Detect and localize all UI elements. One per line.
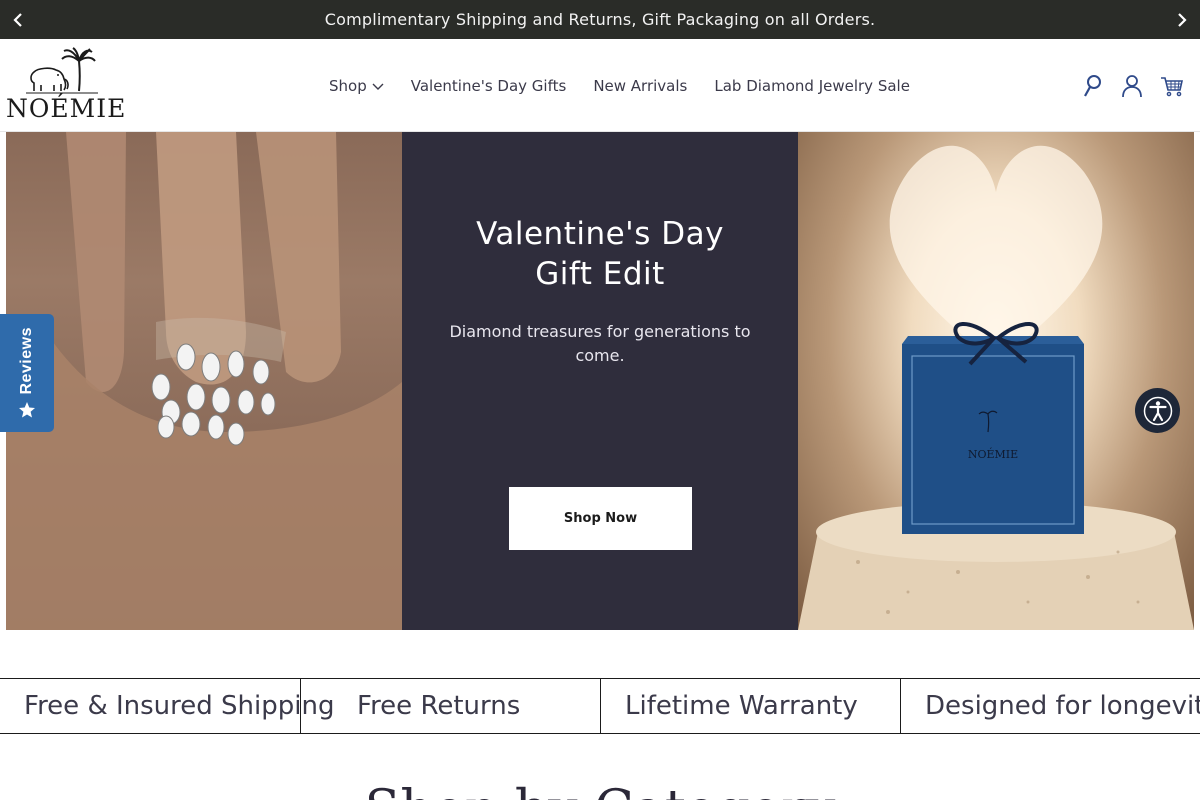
cart-button[interactable] bbox=[1160, 74, 1184, 98]
gift-box-logo-text: NOÉMIE bbox=[968, 447, 1018, 461]
section-heading: Shop by Category bbox=[0, 780, 1200, 800]
hero-image-gift-box: NOÉMIE bbox=[798, 132, 1194, 630]
marquee-divider bbox=[600, 679, 601, 733]
star-icon bbox=[19, 401, 35, 418]
nav-item-label: Shop bbox=[329, 76, 367, 95]
nav-item-new-arrivals[interactable]: New Arrivals bbox=[593, 39, 687, 132]
nav-item-label: Valentine's Day Gifts bbox=[410, 76, 567, 95]
hero-banner: Valentine's Day Gift Edit Diamond treasu… bbox=[6, 132, 1194, 630]
hero-image-ring-on-hand bbox=[6, 132, 402, 630]
elephant-palm-logo-icon bbox=[26, 47, 98, 94]
hero-subtitle: Diamond treasures for generations to com… bbox=[449, 322, 751, 365]
accessibility-button[interactable] bbox=[1135, 388, 1180, 433]
marquee-item-returns: Free Returns bbox=[357, 691, 521, 721]
search-icon bbox=[1084, 74, 1101, 97]
shop-now-button[interactable]: Shop Now bbox=[509, 487, 692, 550]
hero-title-line-1: Valentine's Day bbox=[476, 216, 724, 252]
marquee-item-shipping: Free & Insured Shipping bbox=[24, 691, 335, 721]
marquee-divider bbox=[300, 679, 301, 733]
marquee-item-warranty: Lifetime Warranty bbox=[625, 691, 858, 721]
main-nav: Shop Valentine's Day Gifts New Arrivals … bbox=[329, 39, 937, 132]
nav-item-valentines-day-gifts[interactable]: Valentine's Day Gifts bbox=[411, 39, 567, 132]
benefits-marquee: Free & Insured Shipping Free Returns Lif… bbox=[0, 678, 1200, 734]
nav-item-shop[interactable]: Shop bbox=[329, 39, 384, 132]
nav-item-label: New Arrivals bbox=[593, 76, 688, 95]
nav-item-lab-diamond-sale[interactable]: Lab Diamond Jewelry Sale bbox=[714, 39, 910, 132]
logo-wordmark: NOÉMIE bbox=[6, 94, 127, 123]
marquee-item-longevity: Designed for longevity bbox=[925, 691, 1200, 721]
gift-box-image: NOÉMIE bbox=[798, 145, 1194, 630]
reviews-tab-label: Reviews bbox=[18, 327, 35, 395]
chevron-left-icon bbox=[13, 12, 22, 27]
marquee-divider bbox=[900, 679, 901, 733]
header-icons bbox=[1080, 39, 1184, 132]
site-header: NOÉMIE Shop Valentine's Day Gifts New Ar… bbox=[0, 39, 1200, 132]
account-icon bbox=[1122, 74, 1142, 97]
hero-title: Valentine's Day Gift Edit bbox=[476, 214, 724, 294]
hand-with-diamond-ring-image bbox=[6, 132, 402, 630]
accessibility-icon bbox=[1143, 396, 1172, 425]
chevron-down-icon bbox=[372, 83, 384, 90]
announcement-prev-button[interactable] bbox=[0, 0, 36, 39]
chevron-right-icon bbox=[1178, 12, 1187, 27]
site-logo[interactable]: NOÉMIE bbox=[6, 47, 127, 123]
search-button[interactable] bbox=[1080, 74, 1104, 98]
hero-title-line-2: Gift Edit bbox=[535, 256, 665, 292]
cart-icon bbox=[1161, 76, 1183, 96]
reviews-tab[interactable]: Reviews bbox=[0, 314, 54, 432]
announcement-bar: Complimentary Shipping and Returns, Gift… bbox=[0, 0, 1200, 39]
account-button[interactable] bbox=[1120, 74, 1144, 98]
announcement-next-button[interactable] bbox=[1164, 0, 1200, 39]
announcement-text: Complimentary Shipping and Returns, Gift… bbox=[324, 10, 876, 29]
hero-text-panel: Valentine's Day Gift Edit Diamond treasu… bbox=[402, 132, 798, 630]
nav-item-label: Lab Diamond Jewelry Sale bbox=[714, 76, 910, 95]
